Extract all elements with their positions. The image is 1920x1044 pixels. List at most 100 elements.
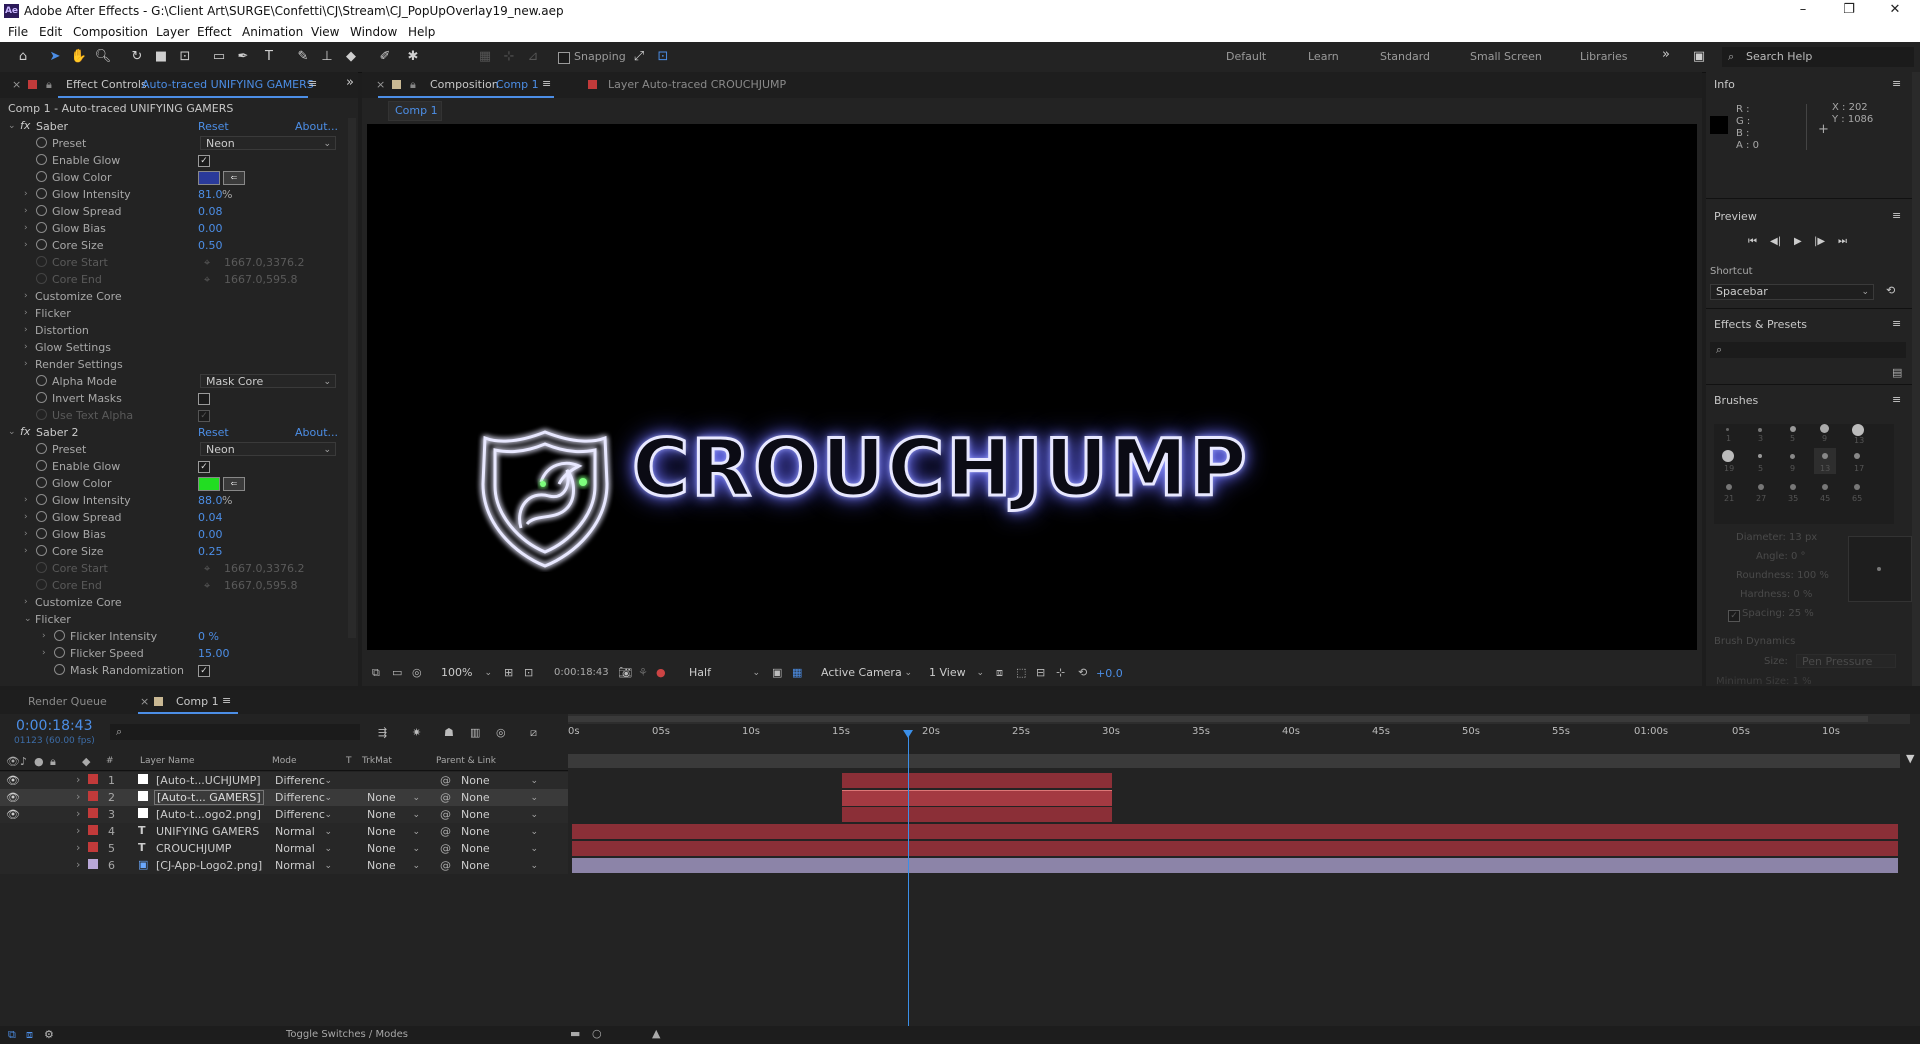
table-row[interactable]: › 6 ▣ [CJ-App-Logo2.png] Normal ⌄ None ⌄ @… bbox=[0, 857, 568, 874]
trkmat-dropdown[interactable]: None ⌄ bbox=[362, 825, 424, 839]
stopwatch-icon[interactable] bbox=[36, 545, 47, 556]
next-frame-icon[interactable]: |▶ bbox=[1814, 236, 1825, 247]
expand-icon[interactable]: › bbox=[24, 512, 28, 522]
snap-features-icon[interactable]: ⊡ bbox=[652, 47, 674, 67]
stopwatch-icon[interactable] bbox=[54, 647, 65, 658]
workspace-layout-icon[interactable]: ▣ bbox=[1688, 47, 1710, 67]
label-color-icon[interactable] bbox=[88, 859, 98, 869]
work-area-range[interactable] bbox=[568, 716, 1868, 722]
lock-icon[interactable]: 🔒︎ bbox=[46, 78, 52, 92]
hand-tool-icon[interactable]: ✋ bbox=[68, 47, 90, 67]
graph-editor-icon[interactable]: ⧄ bbox=[530, 726, 537, 740]
timeline-icon[interactable]: ⊟ bbox=[1036, 666, 1045, 679]
brush-tip[interactable] bbox=[1790, 454, 1795, 459]
brush-tip[interactable] bbox=[1822, 453, 1828, 459]
brush-tip[interactable] bbox=[1758, 484, 1764, 490]
reset-exposure-icon[interactable]: ⟲ bbox=[1078, 666, 1087, 679]
always-preview-icon[interactable]: ⧉ bbox=[372, 666, 380, 680]
primary-viewer-icon[interactable]: ◎ bbox=[412, 666, 422, 679]
expand-icon[interactable]: › bbox=[24, 597, 28, 607]
visibility-icon[interactable]: 👁︎ bbox=[6, 774, 20, 787]
fit-icon[interactable]: ⊞ bbox=[504, 666, 513, 679]
effects-search-input[interactable]: ⌕ bbox=[1710, 342, 1906, 358]
comp-breadcrumb[interactable]: Comp 1 bbox=[388, 101, 442, 121]
visibility-icon[interactable]: 👁︎ bbox=[6, 808, 20, 821]
group-customize-core[interactable]: › Customize Core bbox=[0, 594, 350, 611]
transparency-grid-icon[interactable]: ▦ bbox=[792, 666, 802, 679]
brush-tip[interactable] bbox=[1820, 424, 1829, 433]
timeline-timecode[interactable]: 0:00:18:43 bbox=[16, 718, 93, 734]
preset-dropdown[interactable]: Neon ⌄ bbox=[200, 136, 336, 150]
layer-bar[interactable] bbox=[842, 807, 1112, 822]
glow-bias-value[interactable]: 0.00 bbox=[198, 222, 223, 235]
mode-dropdown[interactable]: Differenc ⌄ bbox=[270, 791, 336, 805]
mode-dropdown[interactable]: Differenc ⌄ bbox=[270, 808, 336, 822]
first-frame-icon[interactable]: ⏮ bbox=[1748, 236, 1757, 247]
brush-tip[interactable] bbox=[1722, 450, 1734, 462]
camera-tool-icon[interactable]: ■ bbox=[150, 47, 172, 67]
lock-icon[interactable]: 🔒︎ bbox=[410, 78, 416, 92]
trkmat-dropdown[interactable]: None ⌄ bbox=[362, 791, 424, 805]
parent-dropdown[interactable]: None ⌄ bbox=[456, 842, 542, 856]
brush-tip[interactable] bbox=[1854, 453, 1860, 459]
stopwatch-icon[interactable] bbox=[36, 205, 47, 216]
play-icon[interactable]: ▶ bbox=[1794, 236, 1802, 247]
layer-name-header[interactable]: Layer Name bbox=[140, 756, 195, 766]
label-color-icon[interactable] bbox=[88, 791, 98, 801]
parent-dropdown[interactable]: None ⌄ bbox=[456, 808, 542, 822]
playhead-handle-icon[interactable] bbox=[903, 730, 913, 738]
stopwatch-icon[interactable] bbox=[36, 477, 47, 488]
effect-controls-tab[interactable]: Effect Controls bbox=[66, 78, 147, 91]
group-flicker[interactable]: ⌄ Flicker bbox=[0, 611, 350, 628]
layer-search-input[interactable]: ⌕ bbox=[110, 724, 360, 740]
brush-tip[interactable] bbox=[1758, 428, 1762, 432]
stopwatch-icon[interactable] bbox=[36, 494, 47, 505]
workspace-small-screen[interactable]: Small Screen bbox=[1470, 50, 1542, 63]
stopwatch-icon[interactable] bbox=[36, 528, 47, 539]
mode-dropdown[interactable]: Normal ⌄ bbox=[270, 842, 336, 856]
more-workspaces-icon[interactable]: » bbox=[1662, 47, 1670, 62]
flowchart-icon[interactable]: ⊹ bbox=[1056, 666, 1065, 679]
menu-help[interactable]: Help bbox=[408, 25, 435, 39]
eraser-tool-icon[interactable]: ◆ bbox=[340, 47, 362, 67]
playhead-line[interactable] bbox=[908, 730, 909, 1026]
axis-local-icon[interactable]: ▦ bbox=[474, 47, 496, 67]
expand-icon[interactable]: › bbox=[24, 189, 28, 199]
home-icon[interactable]: ⌂ bbox=[12, 47, 34, 67]
group-flicker[interactable]: › Flicker bbox=[0, 305, 350, 322]
shortcut-dropdown[interactable]: Spacebar ⌄ bbox=[1710, 284, 1874, 300]
panel-menu-icon[interactable]: ≡ bbox=[1892, 209, 1901, 222]
label-color-icon[interactable] bbox=[88, 808, 98, 818]
trkmat-dropdown[interactable]: None ⌄ bbox=[362, 859, 424, 873]
comp-tab[interactable]: Comp 1 bbox=[176, 695, 219, 708]
reset-shortcut-icon[interactable]: ⟲ bbox=[1886, 284, 1895, 297]
layer-name[interactable]: [CJ-App-Logo2.png] bbox=[156, 859, 262, 872]
layer-name[interactable]: UNIFYING GAMERS bbox=[156, 825, 259, 838]
snap-edges-icon[interactable]: ⤢ bbox=[628, 47, 650, 67]
saber-effect-header[interactable]: ⌄ fx Saber Reset About... bbox=[0, 118, 350, 135]
layer-name[interactable]: [Auto-t... GAMERS] bbox=[154, 790, 264, 805]
glow-intensity-value[interactable]: 88.0 bbox=[198, 494, 223, 507]
pickwhip-icon[interactable]: @ bbox=[440, 774, 451, 787]
expand-icon[interactable]: › bbox=[24, 240, 28, 250]
vr-icon[interactable]: ▭ bbox=[392, 666, 402, 679]
workspace-default[interactable]: Default bbox=[1226, 50, 1266, 63]
stopwatch-icon[interactable] bbox=[36, 239, 47, 250]
last-frame-icon[interactable]: ⏭ bbox=[1838, 236, 1847, 247]
stopwatch-icon[interactable] bbox=[36, 443, 47, 454]
expand-icon[interactable]: › bbox=[24, 546, 28, 556]
shy-icon[interactable]: ☗ bbox=[444, 726, 454, 739]
layer-name[interactable]: [Auto-t...UCHJUMP] bbox=[156, 774, 261, 787]
core-size-value[interactable]: 0.25 bbox=[198, 545, 223, 558]
reset-link[interactable]: Reset bbox=[198, 120, 229, 133]
about-link[interactable]: About... bbox=[295, 120, 338, 133]
expand-icon[interactable]: › bbox=[76, 807, 80, 820]
rectangle-tool-icon[interactable]: ▭ bbox=[208, 47, 230, 67]
roto-brush-tool-icon[interactable]: ✐ bbox=[374, 47, 396, 67]
mask-randomization-checkbox[interactable]: ✓ bbox=[198, 665, 210, 677]
glow-spread-value[interactable]: 0.08 bbox=[198, 205, 223, 218]
collapse-icon[interactable]: ⌄ bbox=[8, 121, 16, 131]
pickwhip-icon[interactable]: @ bbox=[440, 808, 451, 821]
pickwhip-icon[interactable]: @ bbox=[440, 842, 451, 855]
panel-menu-icon[interactable]: ≡ bbox=[1892, 393, 1901, 406]
